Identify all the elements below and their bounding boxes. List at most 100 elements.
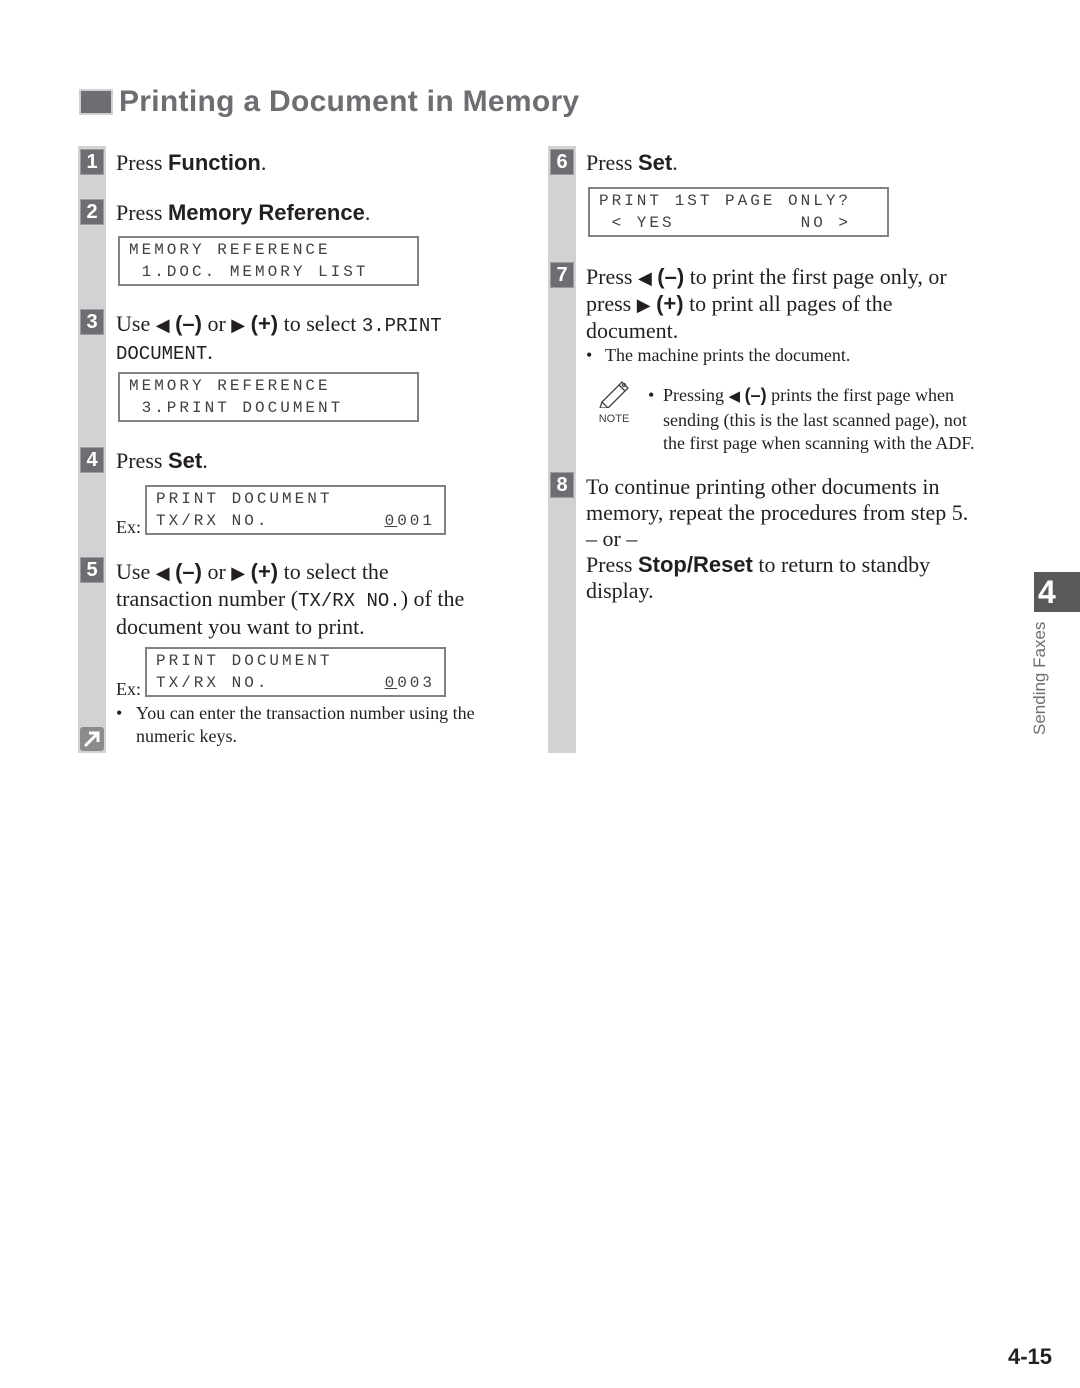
- step-3-use: Use: [116, 311, 156, 336]
- lcd-line-2: 3.PRINT DOCUMENT: [129, 399, 344, 417]
- lcd-line-2: 1.DOC. MEMORY LIST: [129, 263, 369, 281]
- step-8-badge: 8: [550, 472, 574, 498]
- lcd-line-2: TX/RX NO. 0003: [156, 672, 435, 694]
- function-key-label: Function: [167, 150, 261, 175]
- page-title: Printing a Document in Memory: [79, 84, 579, 120]
- page-number: 4-15: [1008, 1344, 1053, 1369]
- step-7-bullet-text: The machine prints the document.: [605, 345, 851, 365]
- step-4-text: Press Set.: [116, 448, 208, 474]
- step-5-bullet: • You can enter the transaction number us…: [116, 702, 516, 748]
- lcd-number-rest: 001: [397, 512, 435, 530]
- right-column-bar: [548, 146, 576, 753]
- chapter-label: Sending Faxes: [1030, 621, 1049, 735]
- step-6-badge: 6: [550, 149, 574, 175]
- left-arrow-icon: ◀: [637, 268, 652, 288]
- step-5-bullet-text: You can enter the transaction number usi…: [136, 703, 475, 746]
- left-arrow-icon: ◀: [155, 563, 170, 583]
- memory-reference-key-label: Memory Reference: [167, 200, 365, 225]
- step-2-pre: Press: [116, 200, 168, 225]
- chapter-tab: 4: [1034, 572, 1080, 612]
- step-3-post: .: [207, 339, 213, 364]
- step-8-line-4: Press Stop/Reset to return to standby: [586, 552, 1026, 578]
- step-2-post: .: [364, 200, 371, 225]
- lcd-line-2-label: TX/RX NO.: [156, 674, 270, 692]
- step-7-mid: to print the first page only, or: [684, 264, 947, 289]
- lcd-display-step-3: MEMORY REFERENCE 3.PRINT DOCUMENT: [118, 372, 419, 422]
- step-1-text: Press Function.: [116, 150, 266, 176]
- lcd-cursor: 0: [384, 512, 398, 530]
- step-4-post: .: [202, 448, 208, 473]
- note-line-2: sending (this is the last scanned page),…: [663, 410, 967, 430]
- step-1-badge: 1: [80, 149, 104, 175]
- step-5-line-3: document you want to print.: [116, 614, 365, 639]
- lcd-line-1: PRINT DOCUMENT: [156, 490, 333, 508]
- step-8-line-2: memory, repeat the procedures from step …: [586, 500, 969, 525]
- step-8-text: To continue printing other documents in …: [586, 474, 1026, 604]
- left-arrow-icon: ◀: [155, 315, 170, 335]
- lcd-display-step-2: MEMORY REFERENCE 1.DOC. MEMORY LIST: [118, 236, 419, 286]
- lcd-display-step-5: PRINT DOCUMENT TX/RX NO. 0003: [145, 647, 446, 697]
- step-8-line-1: To continue printing other documents in: [586, 474, 940, 499]
- step-3-badge: 3: [80, 309, 104, 335]
- step-4-pre: Press: [116, 448, 168, 473]
- page-title-text: Printing a Document in Memory: [119, 85, 580, 118]
- step-7-press: Press: [586, 264, 638, 289]
- minus-label: (–): [175, 559, 202, 584]
- set-key-label: Set: [167, 448, 203, 473]
- step-8-pre: Press: [586, 552, 638, 577]
- menu-option-mono: 3.PRINT: [361, 315, 442, 337]
- lcd-line-1: PRINT 1ST PAGE ONLY?: [599, 192, 852, 210]
- step-8-post: to return to standby: [752, 552, 931, 577]
- step-3-select: to select: [278, 311, 362, 336]
- step-2-badge: 2: [80, 199, 104, 225]
- step-7-bullet: • The machine prints the document.: [586, 344, 850, 367]
- right-arrow-icon: ▶: [231, 563, 246, 583]
- lcd-cursor: 0: [384, 674, 398, 692]
- step-1-post: .: [260, 150, 267, 175]
- note-line-3: the first page when scanning with the AD…: [663, 433, 975, 453]
- step-3-or: or: [201, 311, 232, 336]
- example-label: Ex:: [116, 679, 141, 699]
- step-1-pre: Press: [116, 150, 168, 175]
- right-arrow-icon: ▶: [231, 315, 246, 335]
- plus-label: (+): [250, 311, 279, 336]
- right-arrow-icon: ▶: [636, 295, 651, 315]
- plus-label: (+): [656, 291, 684, 316]
- step-5-text: Use ◀ (–) or ▶ (+) to select the transact…: [116, 559, 526, 640]
- step-2-text: Press Memory Reference.: [116, 200, 370, 226]
- bullet-icon: •: [648, 385, 655, 405]
- plus-label: (+): [250, 559, 279, 584]
- step-5-line-2a: transaction number (: [116, 586, 299, 611]
- note-pre: Pressing: [663, 385, 729, 405]
- lcd-line-1: PRINT DOCUMENT: [156, 652, 333, 670]
- example-label: Ex:: [116, 517, 141, 537]
- lcd-line-2-label: TX/RX NO.: [156, 512, 270, 530]
- note: NOTE: [596, 378, 632, 425]
- lcd-display-step-4: PRINT DOCUMENT TX/RX NO. 0001: [145, 485, 446, 535]
- set-key-label: Set: [637, 150, 673, 175]
- step-6-post: .: [672, 150, 678, 175]
- continued-arrow-icon: [80, 727, 104, 751]
- minus-label: (–): [744, 385, 767, 405]
- left-arrow-icon: ◀: [728, 389, 741, 405]
- lcd-line-1: MEMORY REFERENCE: [129, 241, 331, 259]
- step-5-or: or: [201, 559, 232, 584]
- step-5-badge: 5: [80, 557, 104, 583]
- step-5-select: to select the: [278, 559, 389, 584]
- minus-label: (–): [175, 311, 202, 336]
- step-6-text: Press Set.: [586, 150, 678, 176]
- note-post: prints the first page when: [766, 385, 955, 405]
- step-5-line-2b: ) of the: [400, 586, 465, 611]
- step-7-mid-2: to print all pages of the: [683, 291, 893, 316]
- stop-reset-key-label: Stop/Reset: [637, 552, 753, 577]
- bullet-icon: •: [116, 703, 123, 723]
- step-6-pre: Press: [586, 150, 638, 175]
- minus-label: (–): [657, 264, 685, 289]
- step-8-or: – or –: [586, 526, 638, 551]
- pencil-icon: [599, 381, 629, 409]
- title-square-icon: [79, 89, 113, 115]
- step-7-line-3: document.: [586, 318, 679, 343]
- note-label: NOTE: [598, 413, 630, 425]
- step-7-press-2: press: [586, 291, 637, 316]
- lcd-number: 0003: [385, 672, 435, 694]
